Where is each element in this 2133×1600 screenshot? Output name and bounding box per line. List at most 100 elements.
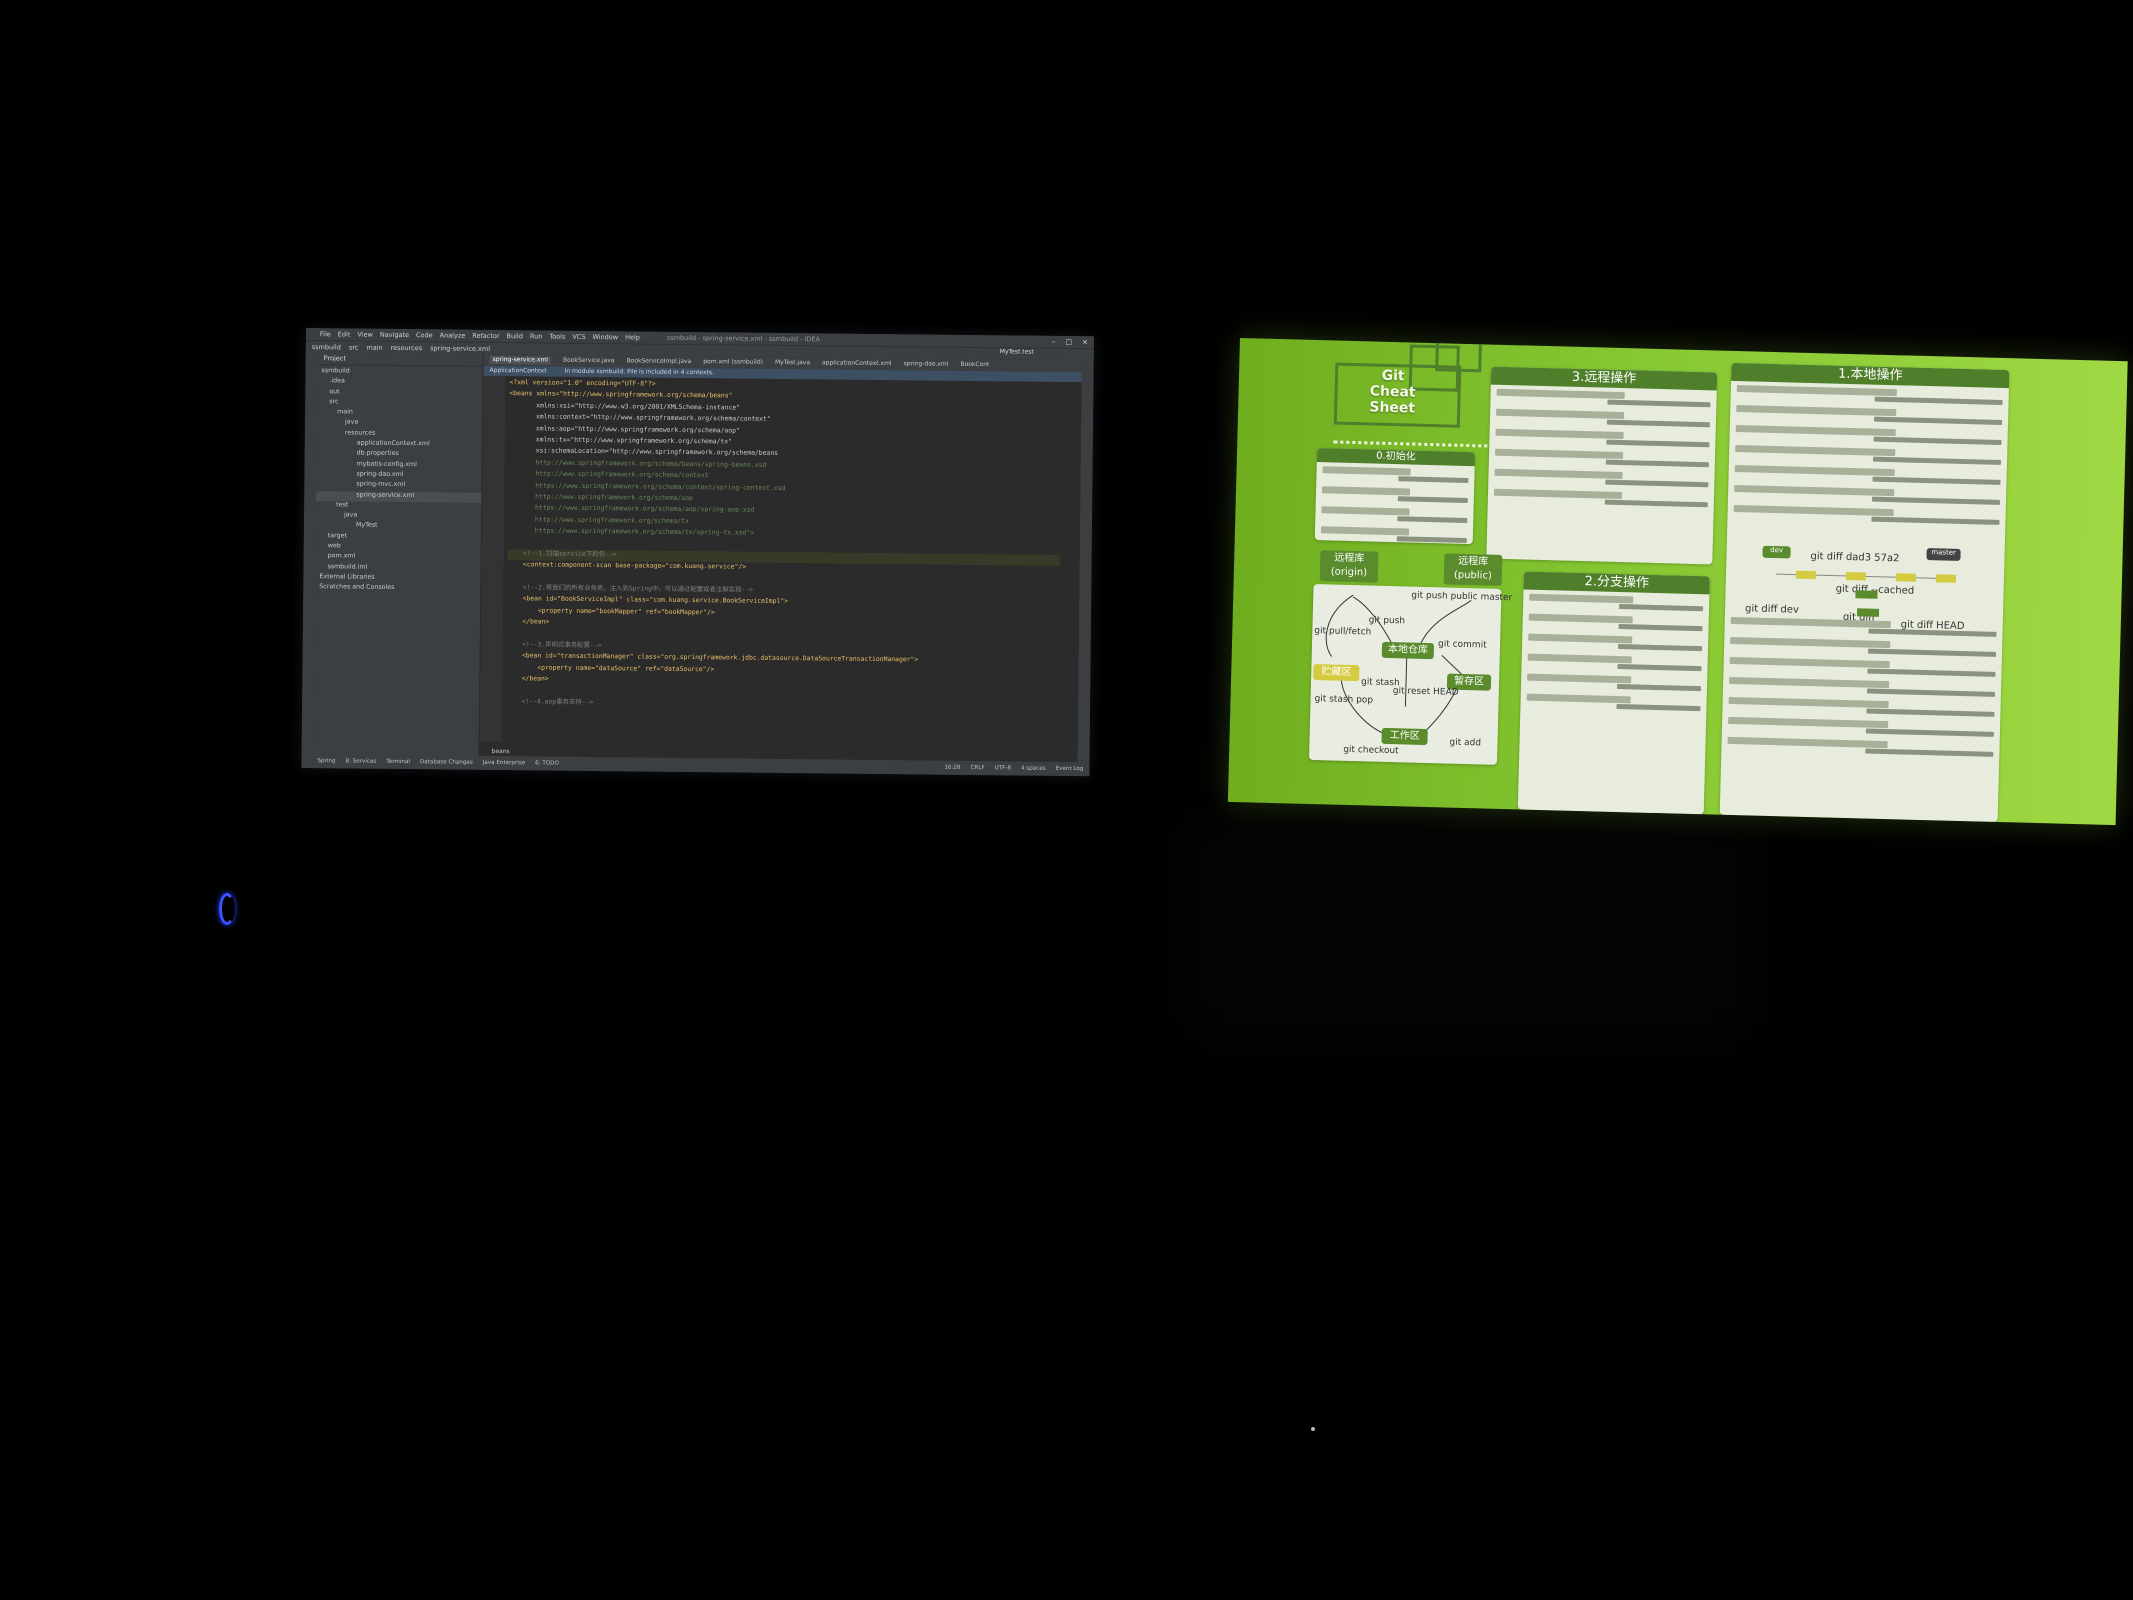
- cheat-row: [1495, 448, 1709, 471]
- tree-item[interactable]: Scratches and Consoles: [315, 583, 480, 595]
- dark-reflection: [1190, 810, 1750, 1040]
- cheat-row: [1322, 466, 1469, 486]
- line-separator[interactable]: CRLF: [970, 764, 984, 772]
- git-cheat-sheet: Git Cheat Sheet 0.初始化 3.远程操作 2.分支操作 1.本地…: [1227, 338, 2128, 826]
- cursor-position[interactable]: 16:28: [944, 764, 960, 772]
- breadcrumb-project[interactable]: ssmbuild: [312, 343, 341, 351]
- tab-pom[interactable]: pom.xml (ssmbuild): [703, 358, 763, 367]
- tab-bookcont[interactable]: BookCont: [960, 361, 989, 369]
- public-node: 远程库 (public): [1443, 553, 1503, 586]
- cmd-label: git stash pop: [1314, 694, 1374, 706]
- event-log[interactable]: Event Log: [1056, 765, 1084, 773]
- card-init: 0.初始化: [1314, 448, 1476, 545]
- breadcrumb-resources[interactable]: resources: [391, 343, 423, 351]
- breadcrumb-main[interactable]: main: [366, 343, 382, 351]
- cheat-row: [1729, 676, 1995, 700]
- menu-vcs[interactable]: VCS: [572, 333, 585, 341]
- tab-spring-service[interactable]: spring-service.xml: [489, 355, 552, 365]
- origin-node: 远程库 (origin): [1319, 550, 1379, 583]
- logo-line-2: Cheat Sheet: [1369, 383, 1416, 417]
- cheat-row: [1321, 506, 1468, 526]
- tab-mytest[interactable]: MyTest.java: [775, 359, 810, 367]
- project-tree: ssmbuild .idea out src main java resourc…: [315, 365, 482, 595]
- cheat-row: [1527, 653, 1702, 675]
- menu-analyze[interactable]: Analyze: [440, 331, 466, 339]
- menu-view[interactable]: View: [357, 331, 373, 339]
- card-title: 3.远程操作: [1490, 366, 1718, 391]
- cmd-label: git pull/fetch: [1314, 626, 1372, 638]
- cheat-row: [1528, 613, 1703, 635]
- status-bar: Spring 8: Services Terminal Database Cha…: [301, 753, 1090, 777]
- tab-bookserviceimpl[interactable]: BookServiceImpl.java: [627, 357, 692, 366]
- cheat-row: [1728, 696, 1995, 720]
- menu-run[interactable]: Run: [530, 332, 543, 340]
- sheet-logo: Git Cheat Sheet: [1346, 367, 1439, 417]
- cheat-row: [1733, 504, 2000, 528]
- tab-spring-dao[interactable]: spring-dao.xml: [904, 360, 949, 368]
- close-icon[interactable]: ×: [1082, 338, 1088, 346]
- cheat-row: [1495, 428, 1710, 451]
- card-local: 1.本地操作 git diff dad3 57a2 dev master git…: [1719, 362, 2010, 822]
- cheat-row: [1494, 468, 1709, 491]
- cheat-row: [1736, 405, 2003, 428]
- code-editor[interactable]: spring-service.xml BookService.java Book…: [479, 353, 1082, 751]
- diff-diagram-lines: [1775, 570, 1957, 617]
- dev-node: dev: [1762, 545, 1791, 559]
- menu-help[interactable]: Help: [625, 333, 640, 341]
- status-tab-terminal[interactable]: Terminal: [386, 758, 410, 766]
- minimize-icon[interactable]: –: [1052, 338, 1056, 346]
- cmd-label: git commit: [1437, 639, 1487, 651]
- cmd-label: git checkout: [1343, 744, 1399, 757]
- indent-setting[interactable]: 4 spaces: [1021, 765, 1046, 773]
- menu-edit[interactable]: Edit: [338, 330, 351, 338]
- tab-bookservice[interactable]: BookService.java: [563, 357, 615, 366]
- cheat-row: [1529, 593, 1704, 615]
- menu-file[interactable]: File: [320, 330, 331, 338]
- card-title: 0.初始化: [1316, 448, 1476, 467]
- breadcrumb-src[interactable]: src: [349, 343, 359, 351]
- menu-code[interactable]: Code: [416, 331, 433, 339]
- status-tab-spring[interactable]: Spring: [317, 757, 335, 765]
- cheat-row: [1730, 636, 1997, 660]
- cheat-row: [1734, 464, 2001, 488]
- menu-navigate[interactable]: Navigate: [380, 331, 409, 339]
- maximize-icon[interactable]: □: [1065, 338, 1072, 346]
- cmd-label: git add: [1449, 737, 1482, 749]
- menu-window[interactable]: Window: [592, 333, 618, 341]
- stash-node: 贮藏区: [1313, 664, 1360, 682]
- context-selector[interactable]: ApplicationContext: [490, 367, 547, 376]
- card-title: 2.分支操作: [1523, 571, 1710, 595]
- cmd-label: git reset HEAD: [1392, 686, 1459, 698]
- file-encoding[interactable]: UTF-8: [995, 764, 1011, 772]
- breadcrumb-file[interactable]: spring-service.xml: [430, 344, 490, 353]
- card-branch: 2.分支操作: [1517, 571, 1710, 815]
- light-speck: [1311, 1427, 1315, 1431]
- menu-refactor[interactable]: Refactor: [472, 332, 499, 340]
- power-led-icon: [219, 893, 235, 925]
- workflow-diagram: 本地仓库 贮藏区 暂存区 工作区 git pull/fetch git push…: [1308, 584, 1502, 765]
- status-tab-database-changes[interactable]: Database Changes: [420, 758, 473, 767]
- cheat-row: [1734, 484, 2001, 508]
- editor-breadcrumb[interactable]: beans: [492, 748, 510, 756]
- cheat-row: [1496, 388, 1711, 411]
- menu-tools[interactable]: Tools: [549, 333, 565, 341]
- menu-build[interactable]: Build: [507, 332, 523, 340]
- cmd-label: git push: [1368, 615, 1406, 627]
- run-config-selector[interactable]: MyTest.test: [1000, 348, 1034, 356]
- line-number-gutter: [479, 375, 506, 743]
- status-tab-services[interactable]: 8: Services: [345, 757, 376, 765]
- window-controls: – □ ×: [1052, 338, 1088, 346]
- context-message: In module ssmbuild. File is included in …: [564, 367, 715, 377]
- cheat-row: [1729, 656, 1996, 680]
- workspace-node: 工作区: [1381, 727, 1428, 746]
- tab-applicationcontext[interactable]: applicationContext.xml: [822, 359, 892, 368]
- code-area[interactable]: <?xml version="1.0" encoding="UTF-8"?> <…: [506, 378, 1061, 714]
- cheat-row: [1496, 408, 1710, 431]
- cheat-row: [1526, 693, 1701, 715]
- card-title: 1.本地操作: [1731, 362, 2010, 389]
- master-node: master: [1926, 548, 1961, 561]
- status-tab-todo[interactable]: 6: TODO: [535, 759, 559, 767]
- project-panel: Project ssmbuild .idea out src main java…: [313, 352, 484, 758]
- cheat-row: [1727, 736, 1994, 760]
- status-tab-java-enterprise[interactable]: Java Enterprise: [483, 759, 525, 767]
